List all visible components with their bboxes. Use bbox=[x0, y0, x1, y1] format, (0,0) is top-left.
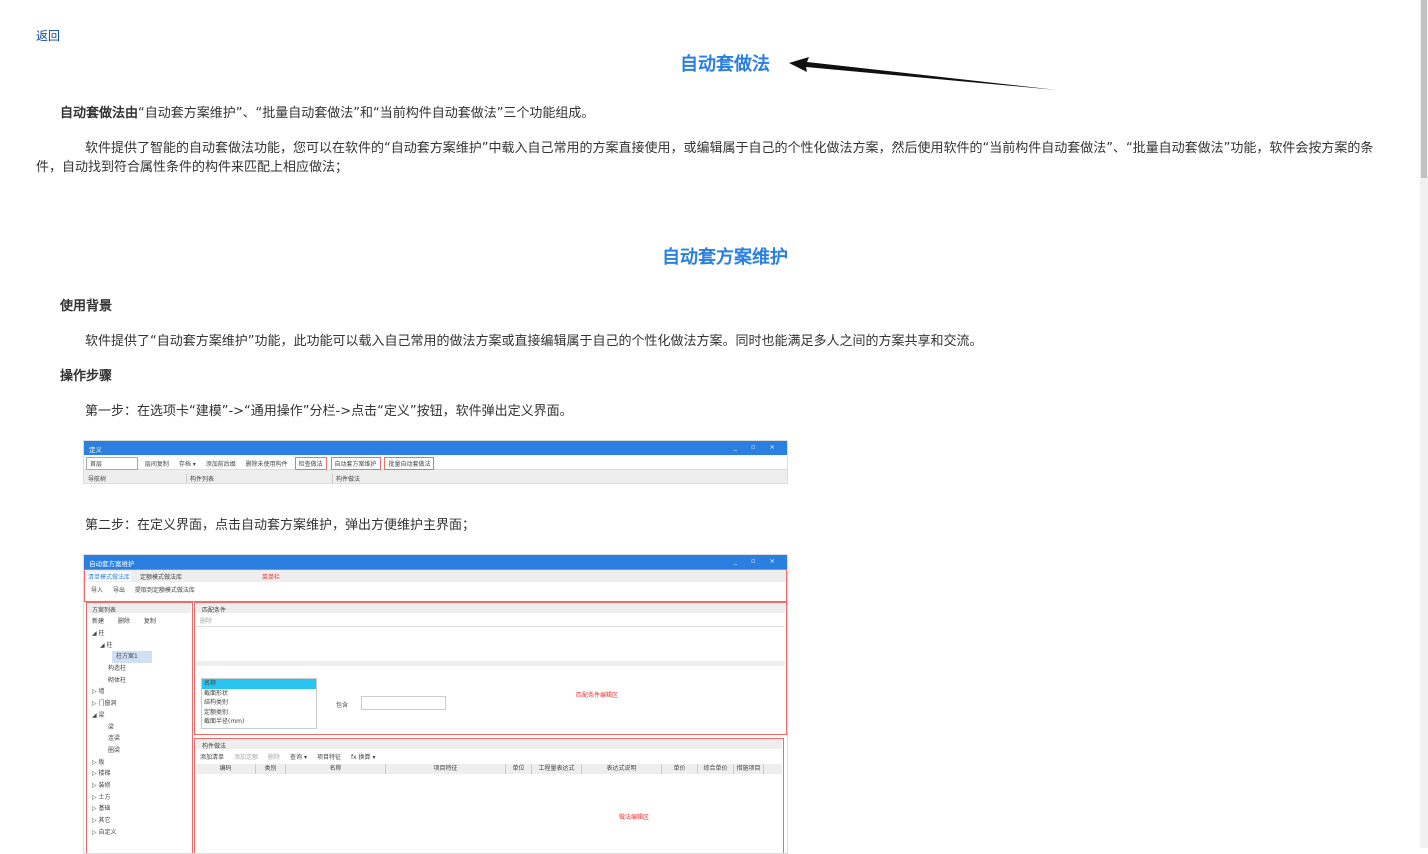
tool: 存档 ▾ bbox=[178, 461, 196, 468]
method-table-header: 编码 类别 名称 项目特征 单位 工程量表达式 表达式说明 单价 综合单价 措施项目 bbox=[196, 764, 782, 774]
tree-item: ▷ 装修 bbox=[92, 781, 111, 789]
define-window-screenshot: 定义 _ ▫ × 首层 层间复制 存档 ▾ 添加前后缀 删除未使用构件 检查做法 … bbox=[83, 440, 788, 484]
tree-item: 砌体柱 bbox=[108, 676, 127, 684]
tree-item: ▷ 墙 bbox=[92, 688, 105, 696]
page-title: 自动套做法 bbox=[680, 54, 770, 75]
intro-bold: 自动套做法由 bbox=[60, 106, 139, 121]
contains-label: 包含 bbox=[336, 702, 349, 709]
window-title: 定义 bbox=[89, 446, 102, 454]
tree-item: ▷ 基础 bbox=[92, 805, 111, 813]
intro-text: “自动套方案维护”、“批量自动套做法”和“当前构件自动套做法”三个功能组成。 bbox=[138, 106, 595, 121]
bg-text: 软件提供了“自动套方案维护”功能，此功能可以载入自己常用的做法方案或直接编辑属于… bbox=[85, 334, 983, 349]
column-header: 名称 bbox=[286, 764, 386, 774]
intro-paragraph: 自动套做法由“自动套方案维护”、“批量自动套做法”和“当前构件自动套做法”三个功… bbox=[60, 104, 594, 123]
tree-item: ▷ 土方 bbox=[92, 793, 111, 801]
column-header: 表达式说明 bbox=[582, 764, 662, 774]
method-header: 构件做法 bbox=[196, 739, 782, 750]
tree-item: ◢ 柱 bbox=[92, 630, 105, 637]
section-title: 自动套方案维护 bbox=[662, 247, 788, 268]
window-controls: _ ▫ × bbox=[733, 443, 781, 451]
step1: 第一步：在选项卡“建模”->“通用操作”分栏->点击“定义”按钮，软件弹出定义界… bbox=[85, 404, 573, 419]
page-scrollbar[interactable] bbox=[1420, 0, 1428, 848]
tool: 查询 ▾ bbox=[290, 754, 307, 761]
delete-tool: 删除 bbox=[200, 618, 213, 625]
plan-list-header: 方案列表 bbox=[88, 603, 191, 614]
tool: fx 换算 ▾ bbox=[350, 754, 376, 761]
plan-maintenance-screenshot: 自动套方案维护 _ ▫ × 清单模式做法库 定额模式做法库 菜单栏 导入 导出 提… bbox=[83, 554, 788, 854]
attribute-list: 名称 截面形状 结构类别 定额类别 截面半径(mm) bbox=[201, 678, 317, 729]
method-toolbar: 添加清单 添加定额 删除 查询 ▾ 项目特征 fx 换算 ▾ bbox=[200, 752, 385, 761]
tool: 添加前后缀 bbox=[205, 461, 236, 468]
tree-item: 梁 bbox=[108, 723, 115, 731]
tool: 新建 bbox=[92, 618, 105, 625]
tool: 自动套方案维护 bbox=[330, 457, 381, 470]
column-header: 单位 bbox=[506, 764, 532, 774]
tool: 项目特征 bbox=[316, 754, 341, 761]
panel-label: 导航树 bbox=[88, 476, 107, 483]
para1: 软件提供了智能的自动套做法功能，您可以在软件的“自动套方案维护”中载入自己常用的… bbox=[36, 141, 1374, 175]
tool: 删除未使用构件 bbox=[245, 461, 288, 468]
tree-item: ▷ 自定义 bbox=[92, 828, 117, 836]
tool: 复制 bbox=[143, 618, 156, 625]
window-controls: _ ▫ × bbox=[733, 557, 781, 565]
plan-tree: ◢ 柱 ◢ 柱柱方案1 构造柱砌体柱 ▷ 墙 ▷ 门窗洞 ◢ 梁梁连梁圈梁 ▷ 板 ▷ 楼梯 ▷… bbox=[92, 628, 192, 838]
tool: 检查做法 bbox=[294, 457, 327, 470]
tool: 层间复制 bbox=[144, 461, 169, 468]
column-header: 类别 bbox=[256, 764, 286, 774]
tool: 删除 bbox=[117, 618, 130, 625]
arrow-annotation-icon bbox=[789, 57, 1057, 90]
tree-item: ▷ 门窗洞 bbox=[92, 700, 117, 708]
step2: 第二步：在定义界面，点击自动套方案维护，弹出方便维护主界面； bbox=[85, 518, 476, 533]
tool: 添加清单 bbox=[200, 754, 225, 761]
column-header: 综合单价 bbox=[698, 764, 734, 774]
panel-label: 构件做法 bbox=[332, 474, 360, 483]
tree-item: 连梁 bbox=[108, 735, 121, 743]
tool: 删除 bbox=[268, 754, 281, 761]
column-header: 编码 bbox=[196, 764, 256, 774]
column-header: 单价 bbox=[662, 764, 698, 774]
column-header: 措施项目 bbox=[734, 764, 764, 774]
tree-item: 柱方案1 bbox=[112, 651, 152, 664]
column-header: 工程量表达式 bbox=[532, 764, 582, 774]
tree-item: ▷ 板 bbox=[92, 758, 105, 766]
tree-item: ▷ 其它 bbox=[92, 817, 111, 824]
tree-item: ▷ 楼梯 bbox=[92, 770, 111, 778]
window-title: 自动套方案维护 bbox=[89, 560, 135, 568]
tool: 批量自动套做法 bbox=[384, 457, 435, 470]
back-link[interactable]: 返回 bbox=[36, 27, 60, 44]
tree-item: ◢ 柱 bbox=[100, 641, 113, 649]
panel-label: 构件列表 bbox=[186, 474, 214, 483]
column-header: 项目特征 bbox=[386, 764, 506, 774]
floor-select: 首层 bbox=[86, 457, 138, 470]
match-header: 匹配条件 bbox=[196, 603, 785, 614]
tree-item: 构造柱 bbox=[108, 665, 127, 673]
steps-heading: 操作步骤 bbox=[60, 369, 113, 384]
match-area-label: 匹配条件编辑区 bbox=[576, 692, 619, 699]
tree-item: 圈梁 bbox=[108, 746, 121, 754]
bg-heading: 使用背景 bbox=[60, 299, 113, 314]
method-area-label: 做法编辑区 bbox=[619, 814, 650, 821]
tree-item: ◢ 梁 bbox=[92, 711, 105, 719]
tool: 添加定额 bbox=[234, 754, 259, 761]
